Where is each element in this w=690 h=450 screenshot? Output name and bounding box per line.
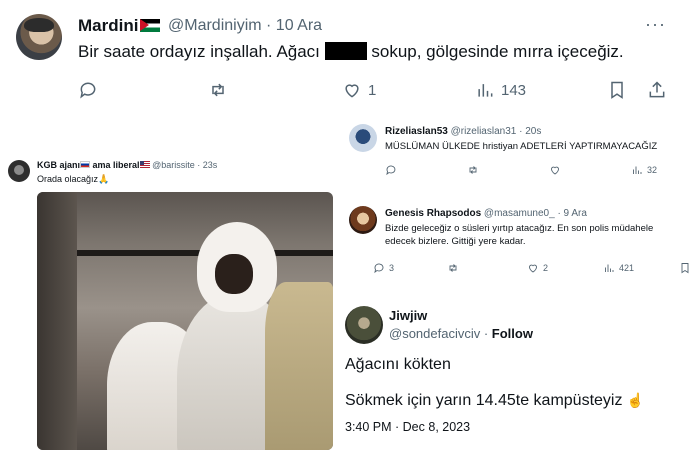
share-icon [649,81,665,98]
handle-and-date[interactable]: @masamune0_ · 9 Ara [484,208,587,219]
display-name[interactable]: Jiwjiw [389,308,427,323]
jiwjiw-tweet: Jiwjiw @sondefacivciv · Follow Ağacını k… [335,288,690,450]
tweet-text-line1: Ağacını kökten [345,356,451,373]
views-count: 421 [619,263,635,273]
tweet-text-part2: sokup, gölgesinde mırra içeceğiz. [366,42,624,61]
handle-and-date[interactable]: @Mardiniyim · 10 Ara [168,17,322,35]
top-tweet: Mardini @Mardiniyim · 10 Ara ··· Bir saa… [0,0,690,114]
reply-count: 3 [389,263,395,273]
display-name-text: Genesis Rhapsodos [385,208,482,219]
display-name-text: Rizeliaslan53 [385,126,448,137]
handle[interactable]: @sondefacivciv · [389,326,492,341]
reply-icon [374,263,384,274]
share-button[interactable] [647,80,667,100]
bookmark-icon [681,263,689,274]
us-flag-icon [139,161,150,168]
reply-button[interactable] [78,80,104,100]
palestine-flag-icon [140,19,161,32]
like-button[interactable] [549,164,561,176]
timestamp[interactable]: 3:40 PM · Dec 8, 2023 [345,420,470,434]
pointing-up-icon: ☝ [626,392,645,408]
replies-card: Rizeliaslan53 @rizeliaslan31 · 20s MÜSLÜ… [345,118,690,288]
retweet-icon [212,83,224,97]
tweet-text-line2: Sökmek için yarın 14.45te kampüsteyiz ☝ [345,392,644,410]
bookmark-button[interactable] [607,80,627,100]
avatar[interactable] [345,306,383,344]
reply-icon [80,82,96,99]
views-count: 32 [647,165,658,175]
reply-text: MÜSLÜMAN ÜLKEDE hristiyan ADETLERİ YAPTI… [385,141,658,152]
heart-icon [529,264,537,273]
retweet-icon [469,166,477,174]
display-name-text: Mardini [78,16,139,35]
bookmark-icon [611,81,623,99]
views-button[interactable]: 421 [603,262,634,274]
display-name-text-2: ama liberal [90,160,140,170]
views-button[interactable]: 143 [475,80,526,100]
handle-and-date[interactable]: @barissite · 23s [152,160,217,170]
russia-flag-icon [80,161,91,168]
reply-button[interactable]: 3 [373,262,394,274]
video-thumbnail[interactable] [37,192,333,450]
handle-and-date[interactable]: @rizeliaslan31 · 20s [451,126,542,137]
redaction-box [324,42,367,60]
like-button[interactable]: 2 [527,262,548,274]
heart-icon [345,84,359,98]
like-count: 2 [543,263,549,273]
avatar[interactable] [16,14,62,60]
avatar[interactable] [349,124,377,152]
avatar[interactable] [349,206,377,234]
retweet-icon [449,264,457,272]
like-count: 1 [368,81,377,99]
retweet-button[interactable] [208,80,234,100]
display-name[interactable]: KGB ajanı ama liberal @barissite · 23s [37,160,217,170]
views-chart-icon [478,84,493,97]
display-name[interactable]: Rizeliaslan53 @rizeliaslan31 · 20s [385,126,541,137]
display-name[interactable]: Mardini [78,16,161,36]
heart-icon [551,166,559,175]
avatar[interactable] [8,160,30,182]
video-scene-wall [37,192,77,450]
quoted-video-tweet: KGB ajanı ama liberal @barissite · 23s O… [0,154,345,450]
reply-text: Bizde geleceğiz o süsleri yırtıp atacağı… [385,223,654,247]
video-scene-face [215,254,253,294]
views-button[interactable]: 32 [631,164,657,176]
bookmark-button[interactable] [679,262,690,274]
tweet-text-content: Orada olacağız [37,174,99,184]
views-count: 143 [501,81,527,99]
display-name-text: KGB ajanı [37,160,81,170]
pray-hands-icon: 🙏 [98,174,110,184]
retweet-button[interactable] [447,262,459,274]
reply-icon [386,165,396,176]
retweet-button[interactable] [467,164,479,176]
tweet-text-line2-content: Sökmek için yarın 14.45te kampüsteyiz [345,392,623,409]
like-button[interactable]: 1 [342,80,376,100]
reply-button[interactable] [385,164,397,176]
views-chart-icon [605,264,614,272]
follow-button[interactable]: Follow [492,326,533,341]
more-icon[interactable]: ··· [645,14,666,35]
video-scene-shawl [265,282,333,450]
tweet-text: Bir saate ordayız inşallah. Ağacı sokup,… [78,42,624,62]
tweet-text: Orada olacağız🙏 [37,174,109,185]
tweet-text-part1: Bir saate ordayız inşallah. Ağacı [78,42,325,61]
handle-row: @sondefacivciv · Follow [389,326,533,341]
display-name[interactable]: Genesis Rhapsodos @masamune0_ · 9 Ara [385,208,587,219]
views-chart-icon [633,166,642,174]
